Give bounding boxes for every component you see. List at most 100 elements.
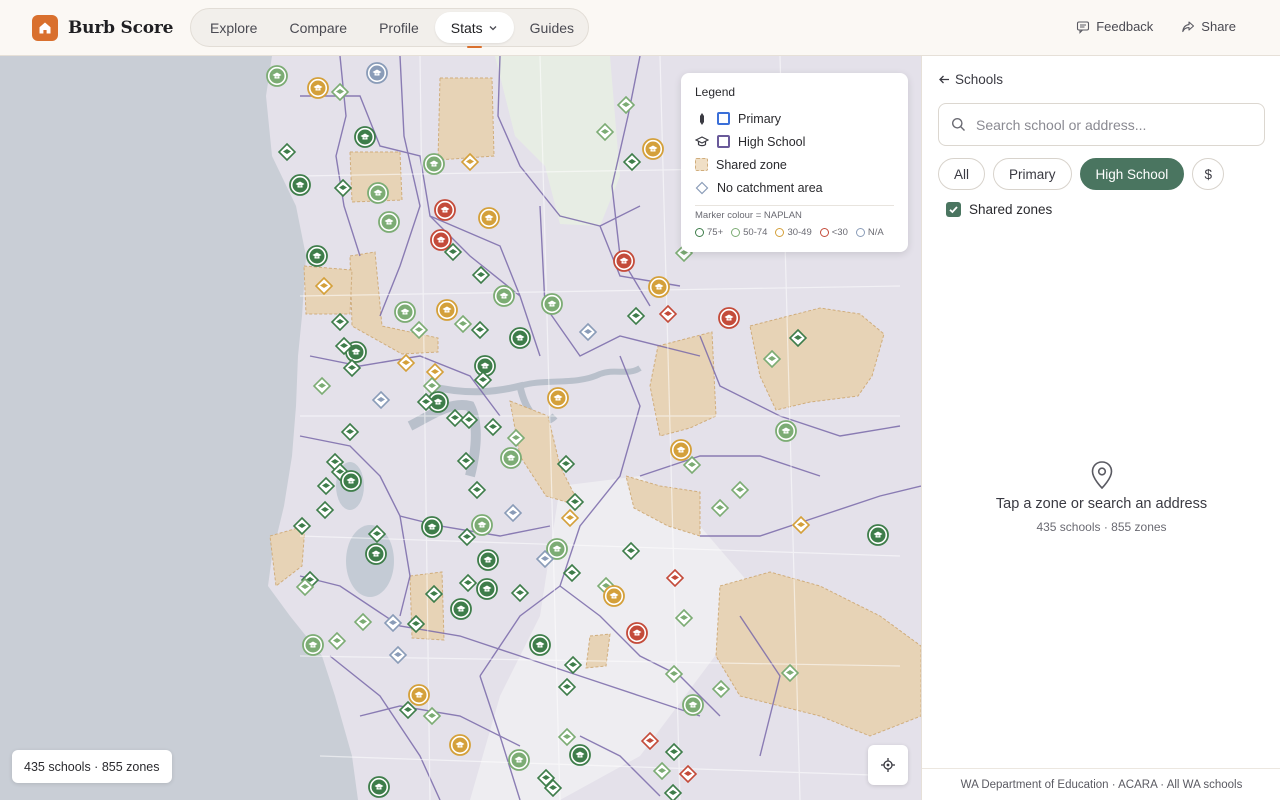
scale-item-30-49: 30-49 [775, 227, 812, 238]
legend-scale: 75+ 50-74 30-49 <30 N/A [695, 227, 894, 238]
scale-label-50-74: 50-74 [743, 227, 768, 238]
high-school-marker[interactable] [378, 211, 400, 233]
share-icon [1182, 20, 1195, 32]
high-school-marker[interactable] [529, 634, 551, 656]
scale-label-30-49: 30-49 [787, 227, 812, 238]
nav-compare-label: Compare [289, 19, 348, 36]
high-school-marker[interactable] [569, 744, 591, 766]
filter-private[interactable]: $ [1192, 158, 1225, 190]
back-link-label: Schools [955, 72, 1004, 87]
high-school-marker[interactable] [302, 634, 324, 656]
high-school-marker[interactable] [354, 126, 376, 148]
scale-label-under-30: <30 [831, 227, 848, 238]
legend-item-primary: Primary [695, 107, 894, 130]
side-panel: Schools All Primary High School $ Shared… [921, 56, 1280, 800]
back-to-schools-link[interactable]: Schools [938, 72, 1003, 87]
brand[interactable]: Burb Score [32, 15, 173, 41]
nav-compare[interactable]: Compare [273, 12, 363, 43]
high-school-marker[interactable] [670, 439, 692, 461]
high-school-marker[interactable] [867, 524, 889, 546]
feedback-button[interactable]: Feedback [1076, 19, 1153, 34]
main-nav: Explore Compare Profile Stats Guides [190, 8, 590, 48]
high-school-marker[interactable] [365, 543, 387, 565]
high-school-marker[interactable] [541, 293, 563, 315]
high-school-marker[interactable] [421, 516, 443, 538]
high-school-marker[interactable] [626, 622, 648, 644]
legend-label-primary: Primary [738, 111, 782, 126]
high-school-marker[interactable] [718, 307, 740, 329]
high-school-marker[interactable] [368, 776, 390, 798]
high-school-marker[interactable] [478, 207, 500, 229]
high-school-marker[interactable] [430, 229, 452, 251]
locate-button[interactable] [868, 745, 908, 785]
top-bar: Burb Score Explore Compare Profile Stats… [0, 0, 1280, 56]
high-school-marker[interactable] [613, 250, 635, 272]
brand-name: Burb Score [68, 18, 174, 38]
high-school-marker[interactable] [340, 470, 362, 492]
high-school-marker[interactable] [682, 694, 704, 716]
legend-swatch-shared-zone [695, 158, 708, 171]
share-label: Share [1201, 19, 1236, 34]
legend-swatch-high-school [717, 135, 730, 148]
high-school-marker[interactable] [477, 549, 499, 571]
scale-dot-50-74 [731, 228, 741, 237]
high-school-marker[interactable] [642, 138, 664, 160]
high-school-marker[interactable] [450, 598, 472, 620]
nav-stats[interactable]: Stats [434, 12, 514, 48]
arrow-left-icon [939, 75, 949, 84]
scale-dot-75 [695, 228, 704, 237]
filter-primary-label: Primary [1009, 166, 1056, 182]
legend-swatch-primary [717, 112, 730, 125]
scale-dot-30-49 [775, 228, 785, 237]
home-icon [32, 15, 58, 41]
high-school-marker[interactable] [508, 749, 530, 771]
feedback-label: Feedback [1096, 19, 1154, 34]
high-school-marker[interactable] [509, 327, 531, 349]
high-school-marker[interactable] [547, 387, 569, 409]
primary-marker-icon [700, 112, 704, 125]
filter-high-school[interactable]: High School [1079, 158, 1185, 190]
high-school-marker[interactable] [266, 65, 288, 87]
high-school-marker[interactable] [306, 245, 328, 267]
high-school-marker[interactable] [493, 285, 515, 307]
filter-private-label: $ [1204, 166, 1213, 182]
high-school-marker[interactable] [449, 734, 471, 756]
graduation-cap-icon [695, 135, 709, 146]
filter-all[interactable]: All [938, 158, 986, 190]
high-school-marker[interactable] [471, 514, 493, 536]
high-school-marker[interactable] [500, 447, 522, 469]
high-school-marker[interactable] [434, 199, 456, 221]
high-school-marker[interactable] [436, 299, 458, 321]
high-school-marker[interactable] [307, 77, 329, 99]
high-school-marker[interactable] [366, 62, 388, 84]
nav-profile[interactable]: Profile [363, 12, 435, 43]
high-school-marker[interactable] [775, 420, 797, 442]
high-school-marker[interactable] [423, 153, 445, 175]
map-pin-icon [1091, 461, 1112, 490]
map-legend: Legend Primary High School Shared zone N… [681, 73, 908, 252]
shared-zones-checkbox[interactable] [946, 202, 961, 217]
legend-title: Legend [695, 85, 736, 99]
filter-primary[interactable]: Primary [993, 158, 1072, 190]
nav-explore[interactable]: Explore [194, 12, 273, 43]
share-button[interactable]: Share [1181, 19, 1236, 34]
high-school-marker[interactable] [367, 182, 389, 204]
search-box[interactable] [938, 103, 1265, 146]
shared-zones-toggle[interactable]: Shared zones [946, 202, 1052, 217]
high-school-marker[interactable] [289, 174, 311, 196]
high-school-marker[interactable] [408, 684, 430, 706]
high-school-marker[interactable] [394, 301, 416, 323]
scale-dot-na [855, 228, 865, 237]
high-school-marker[interactable] [603, 585, 625, 607]
nav-guides[interactable]: Guides [514, 12, 590, 43]
nav-profile-label: Profile [379, 19, 419, 36]
school-type-filters: All Primary High School $ [938, 158, 1225, 190]
high-school-marker[interactable] [648, 276, 670, 298]
nav-guides-label: Guides [529, 19, 575, 36]
map-canvas[interactable]: Legend Primary High School Shared zone N… [0, 56, 921, 800]
legend-divider [695, 205, 894, 206]
shared-zones-label: Shared zones [969, 202, 1053, 217]
high-school-marker[interactable] [476, 578, 498, 600]
search-input[interactable] [976, 116, 1236, 133]
filter-all-label: All [954, 166, 970, 182]
